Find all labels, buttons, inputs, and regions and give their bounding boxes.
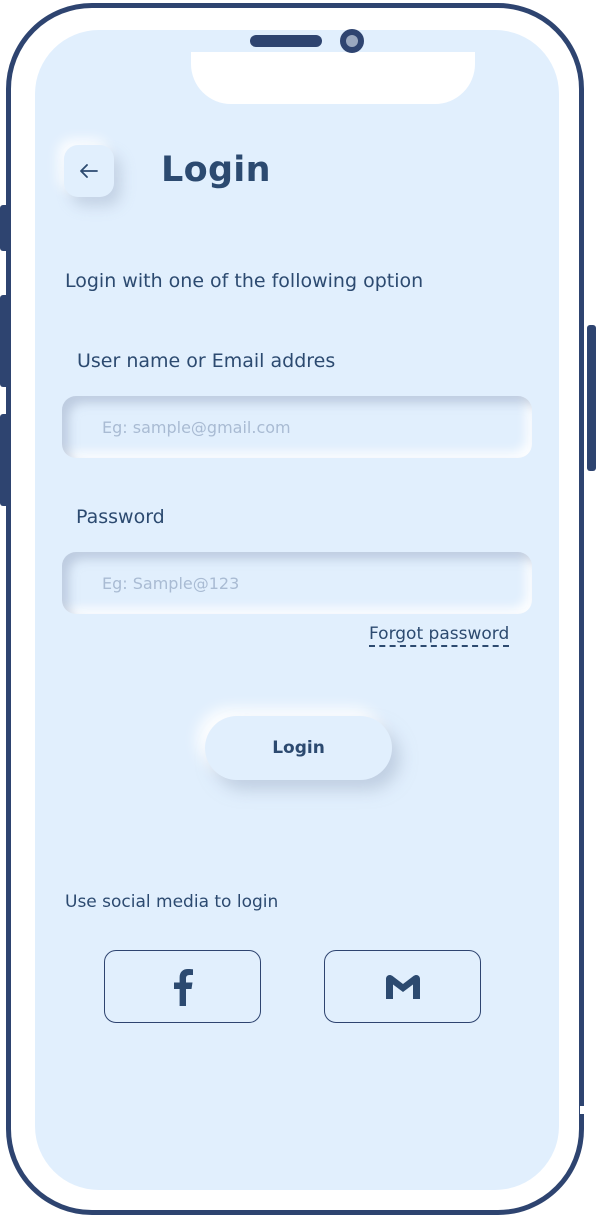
gmail-icon: [384, 973, 422, 1001]
arrow-left-icon: [80, 164, 98, 178]
page-title: Login: [161, 150, 271, 190]
facebook-icon: [172, 968, 194, 1006]
phone-power-button: [587, 325, 596, 471]
password-label: Password: [76, 506, 165, 528]
username-field-container: [62, 396, 532, 458]
front-camera: [340, 29, 364, 53]
username-input[interactable]: [62, 396, 532, 458]
login-subtitle: Login with one of the following option: [65, 270, 424, 292]
gmail-login-button[interactable]: [324, 950, 481, 1023]
password-input[interactable]: [62, 552, 532, 614]
phone-notch: [191, 52, 475, 104]
facebook-login-button[interactable]: [104, 950, 261, 1023]
phone-mockup: Login Login with one of the following op…: [0, 0, 596, 1221]
login-button[interactable]: Login: [205, 716, 392, 780]
social-login-title: Use social media to login: [65, 892, 279, 912]
username-label: User name or Email addres: [77, 350, 336, 372]
password-field-container: [62, 552, 532, 614]
back-button[interactable]: [64, 145, 114, 197]
speaker-grille: [250, 35, 322, 47]
forgot-password-link[interactable]: Forgot password: [369, 624, 510, 647]
